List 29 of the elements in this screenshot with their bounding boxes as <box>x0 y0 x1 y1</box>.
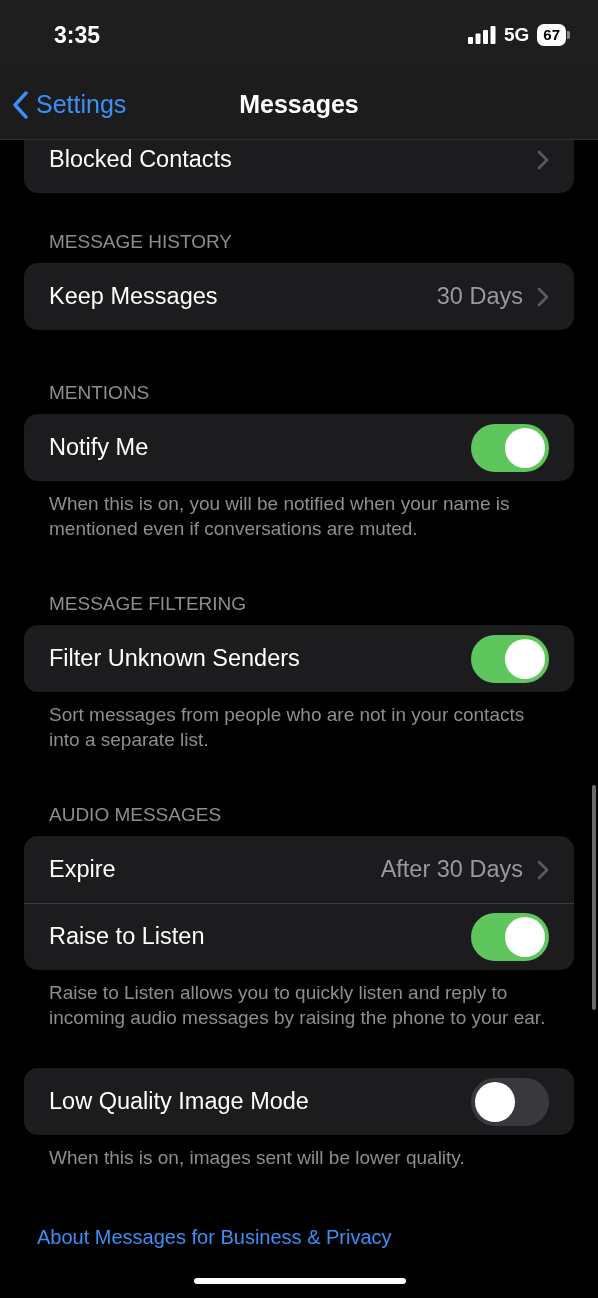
chevron-icon <box>537 286 549 307</box>
about-link[interactable]: About Messages for Business & Privacy <box>37 1226 392 1248</box>
settings-row[interactable]: Blocked Contacts <box>24 140 574 193</box>
chevron-icon <box>537 859 549 880</box>
network-label: 5G <box>503 22 530 47</box>
signal-icon <box>467 26 496 44</box>
toggle-label: Notify Me <box>49 432 149 462</box>
toggle-switch[interactable] <box>471 634 549 683</box>
section-header: MESSAGE FILTERING <box>48 592 248 616</box>
settings-row[interactable]: Keep Messages 30 Days <box>24 263 574 330</box>
toggle-label: Raise to Listen <box>49 922 205 952</box>
section-footnote: Raise to Listen allows you to quickly listen and reply to incoming audio messages by raising the phone to your ear. <box>48 981 547 1030</box>
chevron-icon <box>537 149 549 170</box>
section-footnote: When this is on, images sent will be lower quality. <box>48 1146 466 1170</box>
section-header: MENTIONS <box>48 381 151 405</box>
toggle-label: Filter Unknown Senders <box>49 643 300 673</box>
section-footnote: When this is on, you will be notified when your name is mentioned even if conversations are muted. <box>48 492 511 541</box>
section-header: MESSAGE HISTORY <box>48 230 233 254</box>
toggle-switch[interactable] <box>471 913 549 961</box>
toggle-label: Low Quality Image Mode <box>49 1086 309 1116</box>
toggle-switch[interactable] <box>471 423 549 472</box>
screen-title: Messages <box>239 88 359 120</box>
settings-row[interactable]: Expire After 30 Days <box>24 836 574 903</box>
toggle-switch[interactable] <box>471 1077 549 1126</box>
back-button[interactable]: Settings <box>0 85 127 124</box>
clock: 3:35 <box>54 20 101 50</box>
section-header: AUDIO MESSAGES <box>48 803 223 827</box>
back-icon <box>12 90 28 119</box>
section-footnote: Sort messages from people who are not in your contacts into a separate list. <box>48 703 526 752</box>
